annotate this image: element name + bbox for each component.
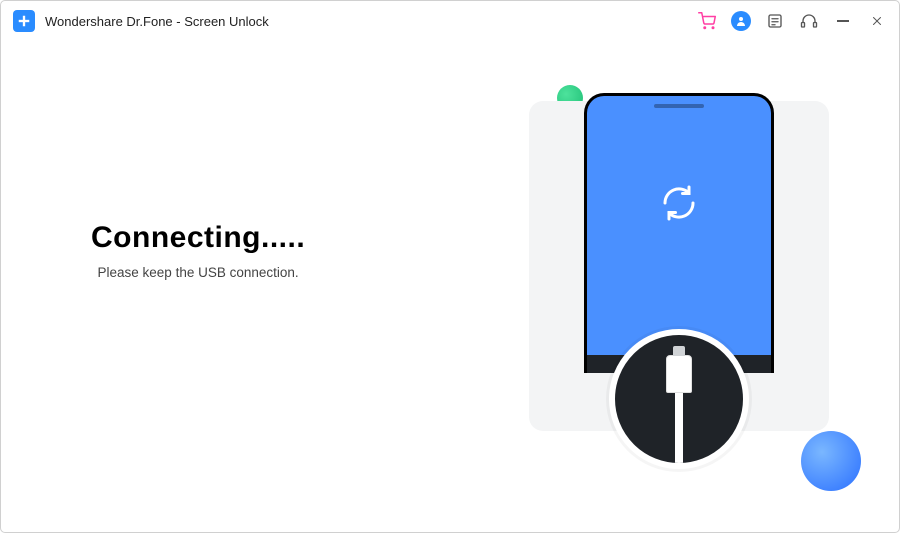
minimize-icon [837,20,849,22]
illustration-card [529,101,829,431]
phone-speaker-icon [654,104,704,108]
support-button[interactable] [799,11,819,31]
connecting-heading: Connecting..... [91,221,305,255]
minimize-button[interactable] [833,11,853,31]
usb-connector [666,355,692,393]
usb-plug-icon [666,355,692,469]
status-text-block: Connecting..... Please keep the USB conn… [91,221,305,280]
content-area: Connecting..... Please keep the USB conn… [1,41,899,532]
app-window: Wondershare Dr.Fone - Screen Unlock [0,0,900,533]
close-button[interactable] [867,11,887,31]
usb-plug-circle [609,329,749,469]
usb-tip [673,346,685,356]
usb-cable [675,393,683,469]
window-title: Wondershare Dr.Fone - Screen Unlock [45,14,269,29]
account-button[interactable] [731,11,751,31]
sync-icon [657,181,701,225]
decorative-blue-dot [801,431,861,491]
titlebar-actions [697,11,887,31]
connecting-subtitle: Please keep the USB connection. [91,265,305,280]
titlebar: Wondershare Dr.Fone - Screen Unlock [1,1,899,41]
cart-button[interactable] [697,11,717,31]
app-logo-icon [13,10,35,32]
feedback-button[interactable] [765,11,785,31]
